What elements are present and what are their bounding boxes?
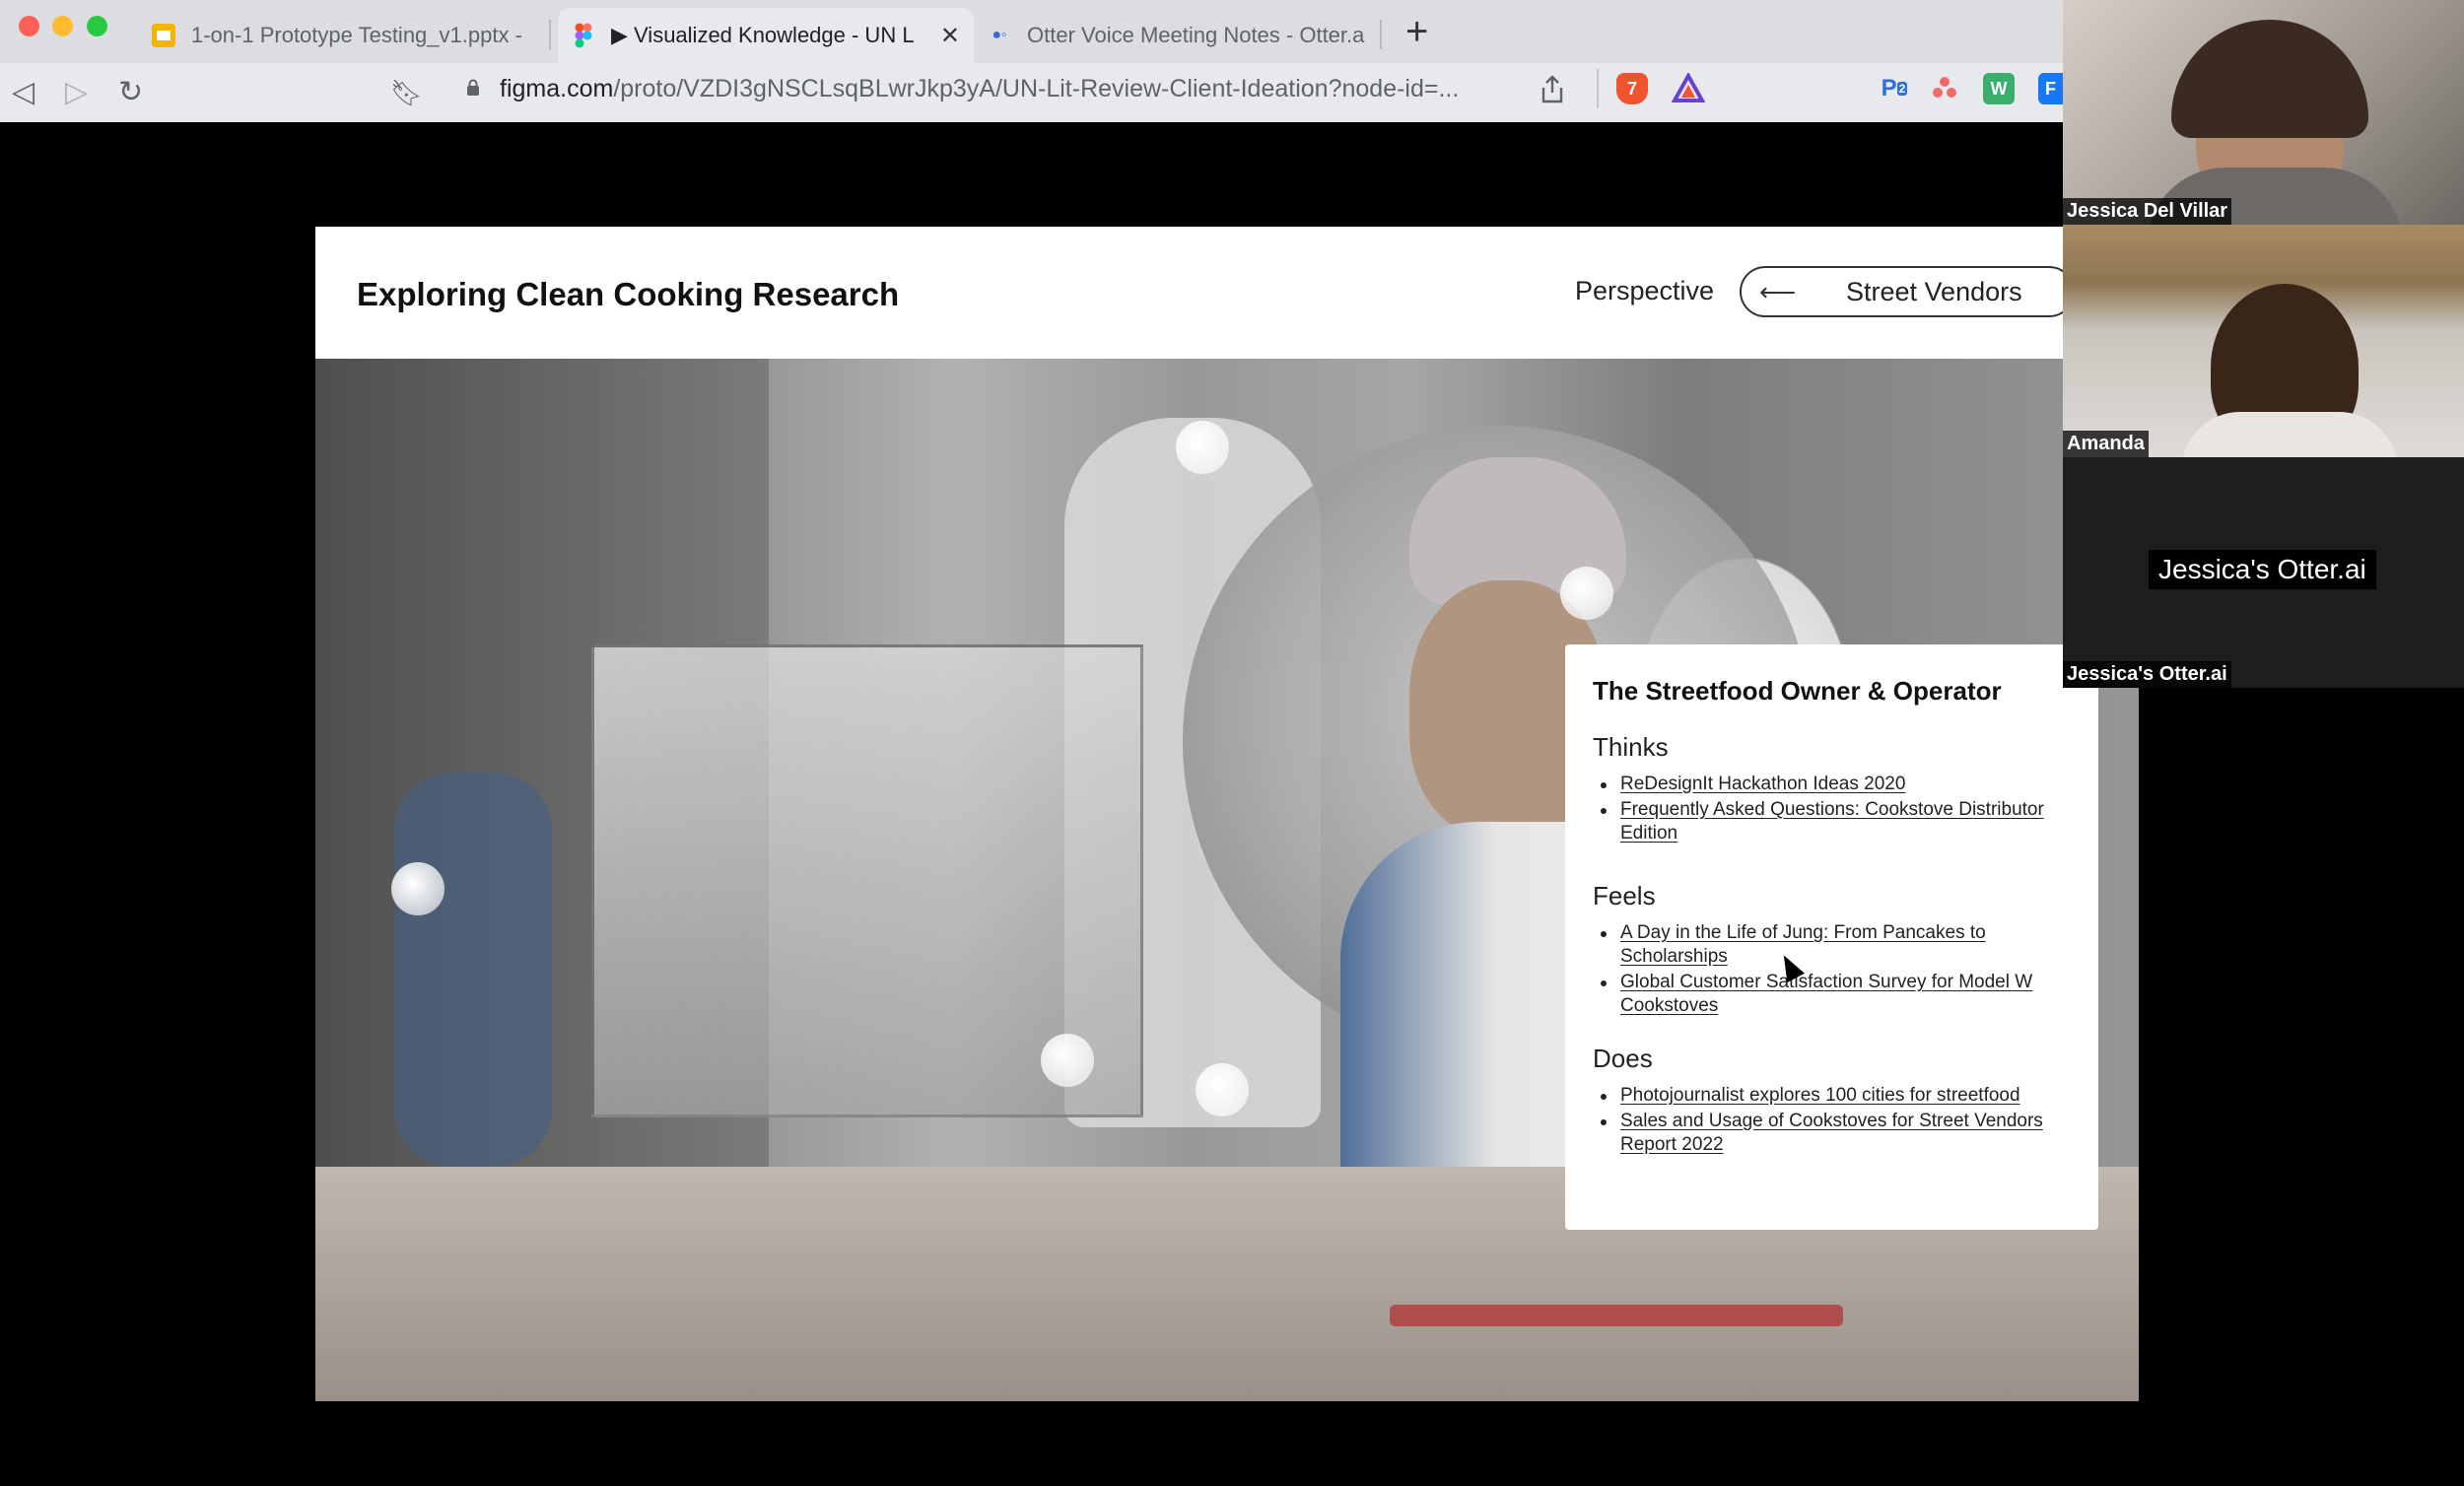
arrow-left-icon[interactable]: ⟵	[1759, 277, 1799, 307]
perspective-selector[interactable]: ⟵ Street Vendors	[1740, 266, 2075, 317]
brave-shield-icon[interactable]: 7	[1616, 73, 1648, 104]
hotspot-dot[interactable]	[1176, 421, 1229, 474]
resource-link[interactable]: Frequently Asked Questions: Cookstove Di…	[1593, 798, 2071, 845]
url-host: figma.com	[500, 75, 614, 102]
thinks-list: ReDesignIt Hackathon Ideas 2020 Frequent…	[1593, 773, 2071, 845]
forward-icon[interactable]: ▷	[65, 71, 88, 114]
resource-link-text[interactable]: A Day in the Life of Jung: From Pancakes…	[1620, 922, 1986, 967]
close-tab-icon[interactable]: ✕	[940, 22, 960, 50]
resource-link[interactable]: Sales and Usage of Cookstoves for Street…	[1593, 1110, 2071, 1157]
tab-figma[interactable]: ▶ Visualized Knowledge - UN L ✕	[558, 8, 974, 63]
tab-divider	[1380, 20, 1382, 49]
participant-name: Amanda	[2063, 431, 2149, 457]
section-heading-does: Does	[1593, 1044, 1653, 1073]
brave-shield-count: 7	[1626, 78, 1637, 99]
does-list: Photojournalist explores 100 cities for …	[1593, 1084, 2071, 1157]
section-heading-feels: Feels	[1593, 881, 1656, 911]
extension-p-icon[interactable]: P2	[1879, 73, 1910, 104]
asana-icon[interactable]	[1932, 75, 1957, 101]
tab-title: 1-on-1 Prototype Testing_v1.pptx -	[191, 23, 522, 47]
otter-icon: ●◦	[992, 27, 1007, 43]
hotspot-dot[interactable]	[1041, 1034, 1094, 1087]
figma-icon	[572, 23, 595, 48]
perspective-value: Street Vendors	[1846, 276, 2022, 306]
resource-link-text[interactable]: Sales and Usage of Cookstoves for Street…	[1620, 1111, 2043, 1155]
tab-bar: 1-on-1 Prototype Testing_v1.pptx - ▶ Vis…	[0, 0, 2063, 63]
share-icon[interactable]	[1540, 75, 1565, 104]
lock-icon	[467, 79, 479, 96]
extension-f-label: F	[2045, 78, 2056, 99]
new-tab-icon[interactable]: +	[1405, 10, 1428, 53]
tab-divider	[549, 20, 551, 49]
resource-link[interactable]: Global Customer Satisfaction Survey for …	[1593, 971, 2071, 1018]
resource-link-text[interactable]: Global Customer Satisfaction Survey for …	[1620, 972, 2032, 1016]
prototype-header: Exploring Clean Cooking Research Perspec…	[315, 227, 2075, 359]
bookmark-icon[interactable]: 🔖︎	[390, 71, 423, 114]
close-window-button[interactable]	[19, 16, 39, 36]
url-path: /proto/VZDI3gNSCLsqBLwrJkp3yA/UN-Lit-Rev…	[613, 75, 1460, 102]
hotspot-dot[interactable]	[391, 862, 445, 915]
participant-tile[interactable]: Jessica's Otter.ai Jessica's Otter.ai	[2063, 457, 2464, 688]
resource-link[interactable]: ReDesignIt Hackathon Ideas 2020	[1593, 773, 2071, 796]
page-title: Exploring Clean Cooking Research	[357, 276, 900, 312]
resource-link[interactable]: A Day in the Life of Jung: From Pancakes…	[1593, 921, 2071, 969]
persona-title: The Streetfood Owner & Operator	[1593, 676, 2002, 706]
resource-link-text[interactable]: Photojournalist explores 100 cities for …	[1620, 1085, 2020, 1106]
tab-slides[interactable]: 1-on-1 Prototype Testing_v1.pptx -	[138, 8, 542, 63]
participant-tile[interactable]: Jessica Del Villar	[2063, 0, 2464, 225]
fullscreen-window-button[interactable]	[87, 16, 107, 36]
resource-link-text[interactable]: Frequently Asked Questions: Cookstove Di…	[1620, 799, 2044, 844]
participant-center-label: Jessica's Otter.ai	[2149, 550, 2376, 589]
toolbar-divider	[1597, 69, 1599, 108]
resource-link[interactable]: Photojournalist explores 100 cities for …	[1593, 1084, 2071, 1108]
feels-list: A Day in the Life of Jung: From Pancakes…	[1593, 921, 2071, 1018]
minimize-window-button[interactable]	[52, 16, 73, 36]
extension-p-badge: 2	[1896, 82, 1908, 96]
hotspot-dot[interactable]	[1560, 567, 1613, 620]
tab-title: ▶ Visualized Knowledge - UN L	[611, 23, 915, 47]
participant-name: Jessica Del Villar	[2063, 198, 2232, 225]
participant-shirt	[2181, 412, 2398, 457]
persona-card: The Streetfood Owner & Operator Thinks R…	[1565, 644, 2098, 1230]
browser-window: 1-on-1 Prototype Testing_v1.pptx - ▶ Vis…	[0, 0, 2063, 122]
reload-icon[interactable]: ↻	[118, 71, 143, 114]
extension-f-icon[interactable]: F	[2038, 73, 2063, 104]
participant-tile[interactable]: Amanda	[2063, 225, 2464, 457]
brave-rewards-icon[interactable]	[1672, 73, 1705, 104]
section-heading-thinks: Thinks	[1593, 732, 1669, 762]
slides-icon	[152, 24, 175, 47]
perspective-label: Perspective	[1575, 276, 1715, 305]
hotspot-dot[interactable]	[1196, 1063, 1249, 1116]
address-bar[interactable]: figma.com/proto/VZDI3gNSCLsqBLwrJkp3yA/U…	[500, 75, 1459, 103]
participant-hair	[2171, 20, 2368, 138]
resource-link-text[interactable]: ReDesignIt Hackathon Ideas 2020	[1620, 774, 1905, 794]
tab-title: Otter Voice Meeting Notes - Otter.a	[1027, 23, 1365, 47]
extension-w-icon[interactable]: W	[1983, 73, 2015, 104]
participant-name: Jessica's Otter.ai	[2063, 661, 2231, 688]
tab-otter[interactable]: ●◦ Otter Voice Meeting Notes - Otter.a	[974, 8, 1378, 63]
back-icon[interactable]: ◁	[12, 71, 34, 114]
